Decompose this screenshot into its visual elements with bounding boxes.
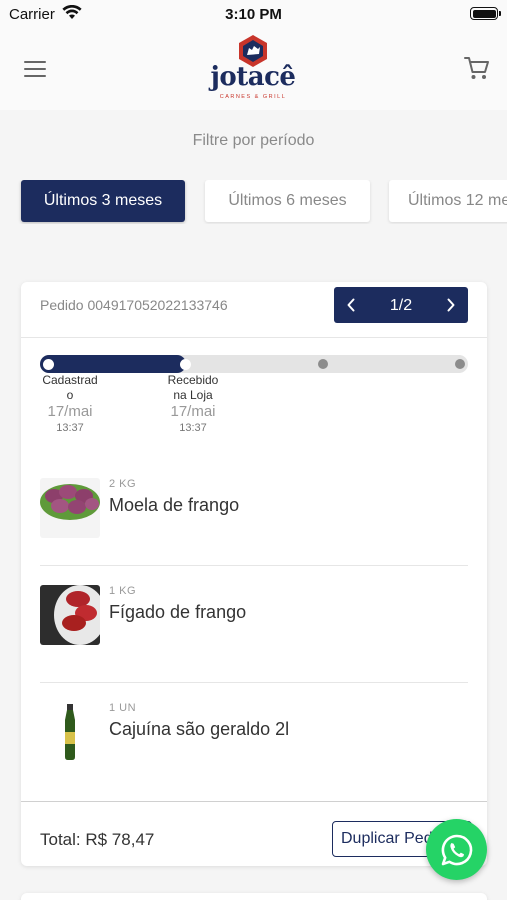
step-dot-recebido: [180, 358, 191, 370]
progress-fill: [40, 355, 186, 373]
item-divider: [40, 565, 468, 566]
step-label-cadastrado: Cadastrad o 17/mai 13:37: [35, 373, 105, 435]
whatsapp-button[interactable]: [426, 819, 487, 880]
hamburger-menu-icon[interactable]: [24, 61, 46, 77]
step-dot-step4: [455, 359, 465, 369]
status-bar: Carrier 3:10 PM: [0, 0, 507, 30]
app-header: jotacê CARNES & GRILL: [0, 30, 507, 110]
step-name: Recebido na Loja: [167, 373, 219, 402]
filter-title: Filtre por período: [192, 132, 315, 149]
item-name: Moela de frango: [109, 495, 240, 515]
item-name: Cajuína são geraldo 2l: [109, 719, 290, 739]
logo-tagline: CARNES & GRILL: [219, 94, 287, 100]
order-item: 2 KG Moela de frango: [40, 478, 468, 596]
moela-thumbnail: [40, 478, 100, 538]
chevron-right-icon: [447, 298, 455, 312]
step-label-recebido: Recebido na Loja 17/mai 13:37: [158, 373, 228, 435]
step-name: Cadastrad o: [42, 373, 98, 402]
order-pager: 1/2: [334, 287, 468, 323]
item-quantity: 1 KG: [109, 585, 137, 597]
step-dot-cadastrado: [43, 358, 54, 370]
battery-icon: [470, 7, 501, 20]
next-order-card: [21, 893, 487, 900]
clock: 3:10 PM: [225, 6, 282, 23]
step-time: 13:37: [56, 422, 84, 434]
step-dot-step3: [318, 359, 328, 369]
item-quantity: 1 UN: [109, 702, 137, 714]
figado-thumbnail: [40, 585, 100, 645]
filter-6-months-button[interactable]: Últimos 6 meses: [205, 180, 370, 222]
order-total: Total: R$ 78,47: [40, 830, 155, 849]
step-date: 17/mai: [47, 403, 93, 420]
logo-wordmark: jotacê: [210, 62, 296, 92]
item-name: Fígado de frango: [109, 602, 247, 622]
item-divider: [40, 682, 468, 683]
whatsapp-icon: [441, 834, 472, 865]
pager-next-button[interactable]: [434, 287, 468, 323]
order-footer: Total: R$ 78,47 Duplicar Pedido: [21, 801, 487, 866]
chevron-left-icon: [347, 298, 355, 312]
cajuina-bottle-thumbnail: [40, 702, 100, 762]
order-number: Pedido 004917052022133746: [40, 297, 228, 313]
order-status-progress: [40, 355, 468, 373]
period-filter: Últimos 3 meses Últimos 6 meses Últimos …: [0, 180, 507, 224]
shopping-cart-icon[interactable]: [463, 54, 491, 82]
order-header: Pedido 004917052022133746 1/2: [21, 282, 487, 338]
step-date: 17/mai: [170, 403, 216, 420]
brand-logo: jotacê CARNES & GRILL: [203, 34, 303, 102]
step-time: 13:37: [179, 422, 207, 434]
pager-prev-button[interactable]: [334, 287, 368, 323]
filter-12-months-button[interactable]: Últimos 12 meses: [389, 180, 507, 222]
order-item: 1 KG Fígado de frango: [40, 585, 468, 703]
item-quantity: 2 KG: [109, 478, 137, 490]
filter-3-months-button[interactable]: Últimos 3 meses: [21, 180, 185, 222]
order-card: Pedido 004917052022133746 1/2 Cadastrad …: [21, 282, 487, 866]
pager-label: 1/2: [389, 297, 413, 314]
